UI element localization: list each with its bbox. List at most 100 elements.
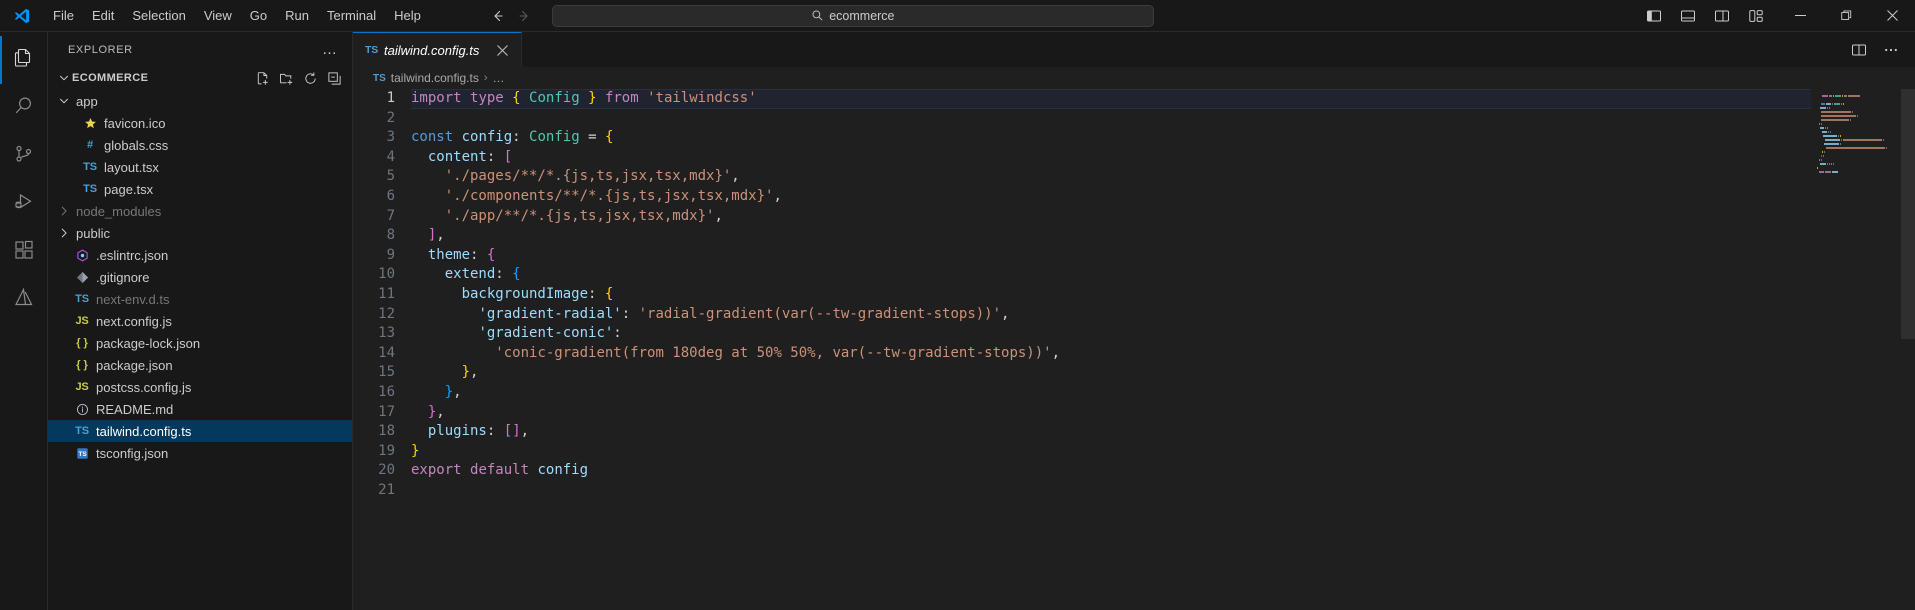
menu-selection[interactable]: Selection — [123, 0, 194, 31]
layout-panel-icon[interactable] — [1673, 4, 1703, 28]
code-line[interactable]: }, — [411, 383, 1811, 403]
tree-file-row[interactable]: TS tailwind.config.ts — [48, 420, 352, 442]
menu-terminal[interactable]: Terminal — [318, 0, 385, 31]
close-icon[interactable] — [1869, 0, 1915, 32]
tree-item-label: favicon.ico — [104, 115, 166, 131]
tree-file-row[interactable]: TS layout.tsx — [48, 156, 352, 178]
code-line[interactable]: content: [ — [411, 148, 1811, 168]
minimap-line — [1817, 167, 1905, 169]
tree-file-row[interactable]: JS next.config.js — [48, 310, 352, 332]
tree-folder-row[interactable]: node_modules — [48, 200, 352, 222]
code-line[interactable]: } — [411, 442, 1811, 462]
layout-sidebar-right-icon[interactable] — [1707, 4, 1737, 28]
editor-group: TS tailwind.config.ts TS tailwind.config… — [353, 32, 1915, 610]
line-number: 18 — [378, 423, 395, 440]
collapse-all-icon[interactable] — [326, 70, 342, 86]
tree-file-row[interactable]: .eslintrc.json — [48, 244, 352, 266]
menu-help[interactable]: Help — [385, 0, 430, 31]
minimize-icon[interactable] — [1777, 0, 1823, 32]
tree-file-row[interactable]: README.md — [48, 398, 352, 420]
tab-tailwind-config-ts[interactable]: TS tailwind.config.ts — [353, 32, 523, 67]
code-line[interactable]: './app/**/*.{js,ts,jsx,tsx,mdx}', — [411, 207, 1811, 227]
arrow-left-icon[interactable] — [484, 6, 510, 26]
code-line[interactable]: export default config — [411, 461, 1811, 481]
code-line[interactable]: 'gradient-conic': — [411, 324, 1811, 344]
line-number: 1 — [386, 90, 395, 106]
minimap-line — [1817, 103, 1905, 105]
layout-sidebar-left-icon[interactable] — [1639, 4, 1669, 28]
breadcrumb[interactable]: TS tailwind.config.ts › … — [353, 67, 1915, 89]
code-line[interactable]: 'conic-gradient(from 180deg at 50% 50%, … — [411, 344, 1811, 364]
code-line[interactable]: import type { Config } from 'tailwindcss… — [411, 89, 1811, 109]
tree-file-row[interactable]: favicon.ico — [48, 112, 352, 134]
code-line[interactable]: extend: { — [411, 265, 1811, 285]
code-line[interactable] — [411, 481, 1811, 501]
activity-item-explorer[interactable] — [0, 36, 48, 84]
activity-item-azure[interactable] — [0, 276, 48, 324]
tree-file-row[interactable]: TS next-env.d.ts — [48, 288, 352, 310]
restore-icon[interactable] — [1823, 0, 1869, 32]
code-line[interactable]: const config: Config = { — [411, 128, 1811, 148]
tree-item-label: next.config.js — [96, 313, 172, 329]
tree-file-row[interactable]: JS postcss.config.js — [48, 376, 352, 398]
menu-edit[interactable]: Edit — [83, 0, 123, 31]
menu-view[interactable]: View — [195, 0, 241, 31]
menu-go[interactable]: Go — [241, 0, 276, 31]
code-line[interactable]: theme: { — [411, 246, 1811, 266]
minimap-line — [1817, 99, 1905, 101]
search-icon — [811, 9, 824, 22]
activity-item-search[interactable] — [0, 84, 48, 132]
code-line[interactable]: './components/**/*.{js,ts,jsx,tsx,mdx}', — [411, 187, 1811, 207]
tree-file-row[interactable]: .gitignore — [48, 266, 352, 288]
tree-folder-row[interactable]: app — [48, 90, 352, 112]
file-tree[interactable]: app favicon.ico # globals.css TS layout.tsx TS… — [48, 89, 352, 610]
primary-sidebar: EXPLORER … ECOMMERCE app favicon.ico # g… — [48, 32, 353, 610]
code-line[interactable] — [411, 109, 1811, 129]
menu-file[interactable]: File — [44, 0, 83, 31]
code-line[interactable]: ], — [411, 226, 1811, 246]
code-line[interactable]: backgroundImage: { — [411, 285, 1811, 305]
layout-controls — [1639, 4, 1777, 28]
code-line[interactable]: }, — [411, 363, 1811, 383]
breadcrumb-overflow[interactable]: … — [493, 71, 505, 85]
files-icon — [12, 46, 36, 75]
activity-item-extensions[interactable] — [0, 228, 48, 276]
ellipsis-icon[interactable] — [1877, 37, 1905, 63]
layout-customize-icon[interactable] — [1741, 4, 1771, 28]
folder-section-header[interactable]: ECOMMERCE — [48, 67, 352, 89]
line-numbers: 1 2 3 4 5 6 7 8 9 10 11 12 13 14 15 16 17 18 19 20 21 — [353, 89, 411, 610]
minimap-line — [1817, 127, 1905, 129]
tree-file-row[interactable]: TS page.tsx — [48, 178, 352, 200]
breadcrumb-file[interactable]: tailwind.config.ts — [391, 71, 479, 85]
code-line[interactable]: 'gradient-radial': 'radial-gradient(var(… — [411, 305, 1811, 325]
code-line[interactable]: './pages/**/*.{js,ts,jsx,tsx,mdx}', — [411, 167, 1811, 187]
tree-file-row[interactable]: { } package-lock.json — [48, 332, 352, 354]
code-line[interactable]: plugins: [], — [411, 422, 1811, 442]
menu-run[interactable]: Run — [276, 0, 318, 31]
new-folder-icon[interactable] — [278, 70, 294, 86]
minimap-line — [1817, 107, 1905, 109]
refresh-icon[interactable] — [302, 70, 318, 86]
code-editor[interactable]: 1 2 3 4 5 6 7 8 9 10 11 12 13 14 15 16 17 18 19 20 21 import… — [353, 89, 1915, 610]
minimap-line — [1817, 131, 1905, 133]
json-icon: { } — [76, 337, 88, 349]
close-icon[interactable] — [493, 41, 511, 59]
split-editor-icon[interactable] — [1845, 37, 1873, 63]
explorer-more-actions-button[interactable]: … — [322, 41, 344, 58]
activity-item-source-control[interactable] — [0, 132, 48, 180]
tree-file-row[interactable]: { } package.json — [48, 354, 352, 376]
tree-folder-row[interactable]: public — [48, 222, 352, 244]
tree-file-row[interactable]: # globals.css — [48, 134, 352, 156]
activity-item-run-and-debug[interactable] — [0, 180, 48, 228]
code-line[interactable]: }, — [411, 403, 1811, 423]
arrow-right-icon[interactable] — [512, 6, 538, 26]
editor-scrollbar-vertical[interactable] — [1901, 89, 1915, 610]
debug-alt-icon — [12, 190, 36, 219]
chevron-down-icon — [56, 71, 72, 85]
minimap-line — [1817, 159, 1905, 161]
search-input[interactable]: ecommerce — [551, 4, 1154, 27]
code-content[interactable]: import type { Config } from 'tailwindcss… — [411, 89, 1811, 610]
tree-file-row[interactable]: TS tsconfig.json — [48, 442, 352, 464]
minimap[interactable] — [1811, 89, 1915, 610]
new-file-icon[interactable] — [254, 70, 270, 86]
